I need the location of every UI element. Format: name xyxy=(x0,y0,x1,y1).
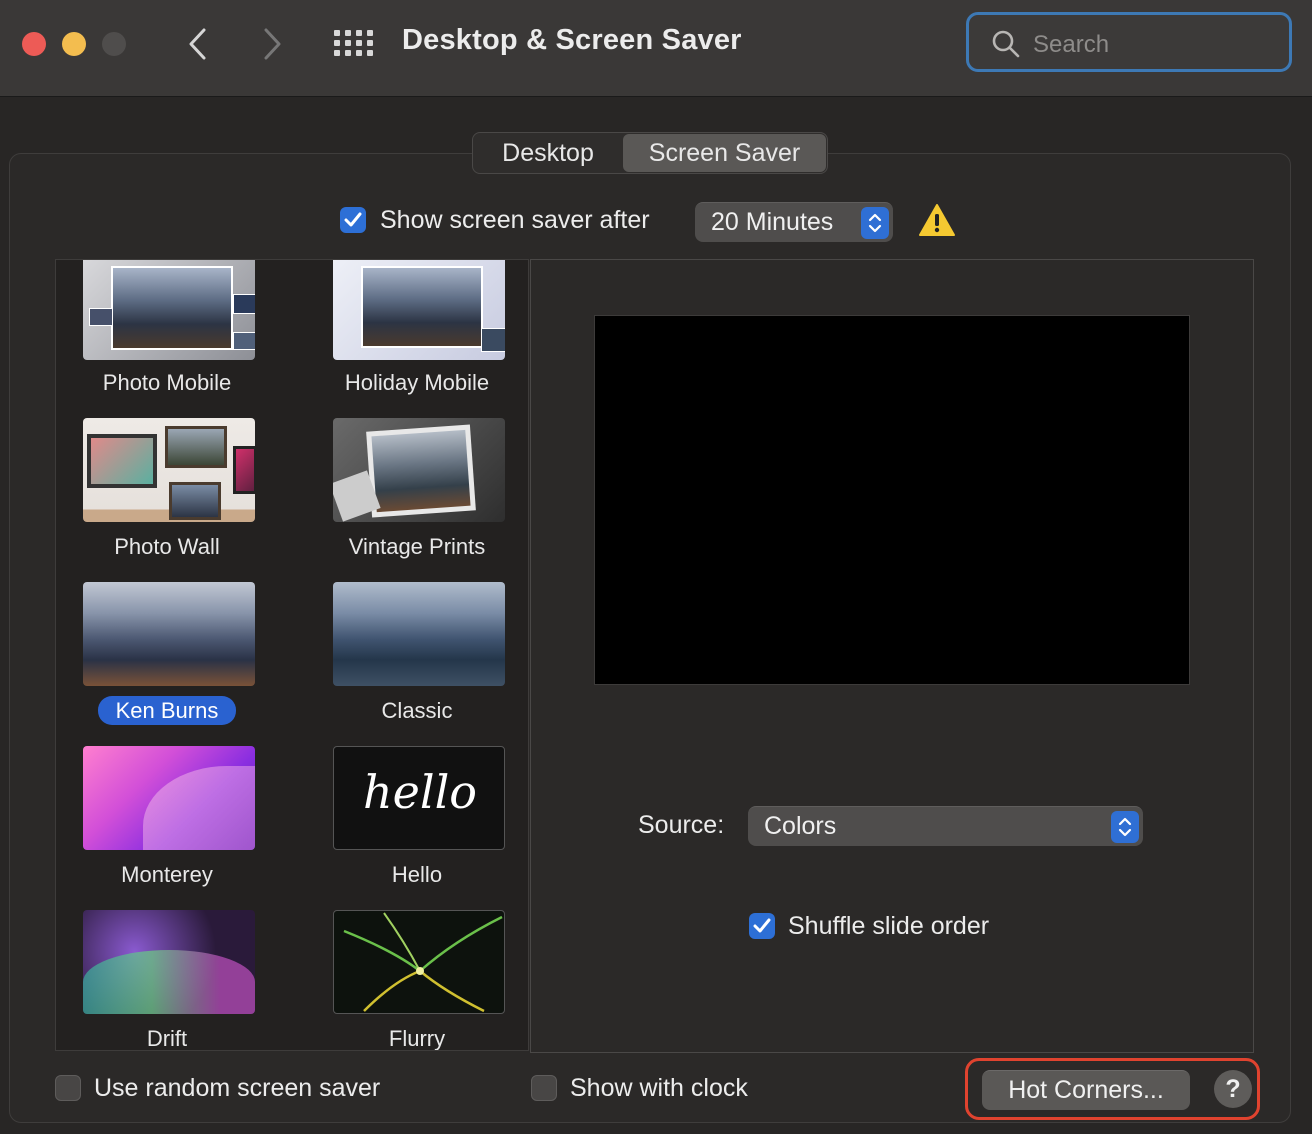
tab-bar: Desktop Screen Saver xyxy=(472,132,828,174)
show-after-checkbox[interactable] xyxy=(340,207,366,233)
chevron-right-icon[interactable] xyxy=(260,26,284,62)
ken-burns-selected-label: Ken Burns xyxy=(97,696,237,725)
close-button[interactable] xyxy=(22,32,46,56)
random-saver-label: Use random screen saver xyxy=(94,1074,381,1102)
warning-icon xyxy=(919,204,955,236)
holiday-mobile-thumbnail xyxy=(333,260,505,360)
photo-mobile-thumbnail xyxy=(83,260,255,360)
monterey-thumbnail xyxy=(83,746,255,850)
list-item-hello[interactable]: hello Hello xyxy=(312,746,522,910)
random-saver-checkbox[interactable] xyxy=(55,1075,81,1101)
drift-thumbnail xyxy=(83,910,255,1014)
search-input[interactable]: Search xyxy=(966,12,1292,72)
search-icon xyxy=(992,30,1020,58)
source-label: Source: xyxy=(638,811,725,839)
vintage-prints-thumbnail xyxy=(333,418,505,522)
tab-desktop[interactable]: Desktop xyxy=(473,133,623,173)
source-value: Colors xyxy=(764,812,837,840)
caption-drift: Drift xyxy=(146,1026,188,1051)
list-item-monterey[interactable]: Monterey xyxy=(62,746,272,910)
caption-photo-wall: Photo Wall xyxy=(114,534,220,559)
show-after-label: Show screen saver after xyxy=(380,206,650,234)
chevron-left-icon[interactable] xyxy=(186,26,210,62)
list-item-holiday-mobile[interactable]: Holiday Mobile xyxy=(312,260,522,420)
title-bar: Desktop & Screen Saver Search xyxy=(0,0,1312,97)
show-after-popup[interactable]: 20 Minutes xyxy=(695,202,893,242)
caption-vintage-prints: Vintage Prints xyxy=(348,534,486,559)
classic-thumbnail xyxy=(333,582,505,686)
shuffle-checkbox[interactable] xyxy=(749,913,775,939)
list-item-ken-burns[interactable]: Ken Burns xyxy=(62,582,272,746)
hello-script-text: hello xyxy=(363,765,477,819)
list-item-flurry[interactable]: Flurry xyxy=(312,910,522,1051)
caption-hello: Hello xyxy=(391,862,443,887)
search-placeholder: Search xyxy=(1033,31,1110,58)
hello-thumbnail: hello xyxy=(333,746,505,850)
photo-wall-thumbnail xyxy=(83,418,255,522)
stepper-icon xyxy=(861,207,889,239)
caption-photo-mobile: Photo Mobile xyxy=(102,370,232,395)
list-item-classic[interactable]: Classic xyxy=(312,582,522,746)
source-popup[interactable]: Colors xyxy=(748,806,1143,846)
show-after-value: 20 Minutes xyxy=(711,208,834,236)
list-item-photo-mobile[interactable]: Photo Mobile xyxy=(62,260,272,420)
stepper-icon xyxy=(1111,811,1139,843)
list-item-photo-wall[interactable]: Photo Wall xyxy=(62,418,272,582)
caption-flurry: Flurry xyxy=(388,1026,446,1051)
ken-burns-thumbnail xyxy=(83,582,255,686)
list-item-drift[interactable]: Drift xyxy=(62,910,272,1051)
show-clock-checkbox[interactable] xyxy=(531,1075,557,1101)
caption-classic: Classic xyxy=(381,698,453,723)
flurry-thumbnail xyxy=(333,910,505,1014)
highlight-annotation xyxy=(965,1058,1260,1120)
screen-saver-list[interactable]: Photo Mobile Holiday Mobile Photo Wall V… xyxy=(55,259,529,1051)
screen-saver-preview xyxy=(594,315,1190,685)
caption-ken-burns: Ken Burns xyxy=(62,696,272,725)
grid-icon[interactable] xyxy=(334,30,373,58)
shuffle-label: Shuffle slide order xyxy=(788,912,990,940)
window-title: Desktop & Screen Saver xyxy=(402,24,742,56)
show-clock-label: Show with clock xyxy=(570,1074,748,1102)
caption-holiday-mobile: Holiday Mobile xyxy=(344,370,490,395)
tab-screen-saver[interactable]: Screen Saver xyxy=(623,134,826,172)
list-item-vintage-prints[interactable]: Vintage Prints xyxy=(312,418,522,582)
minimize-button[interactable] xyxy=(62,32,86,56)
caption-monterey: Monterey xyxy=(121,862,213,887)
zoom-button[interactable] xyxy=(102,32,126,56)
